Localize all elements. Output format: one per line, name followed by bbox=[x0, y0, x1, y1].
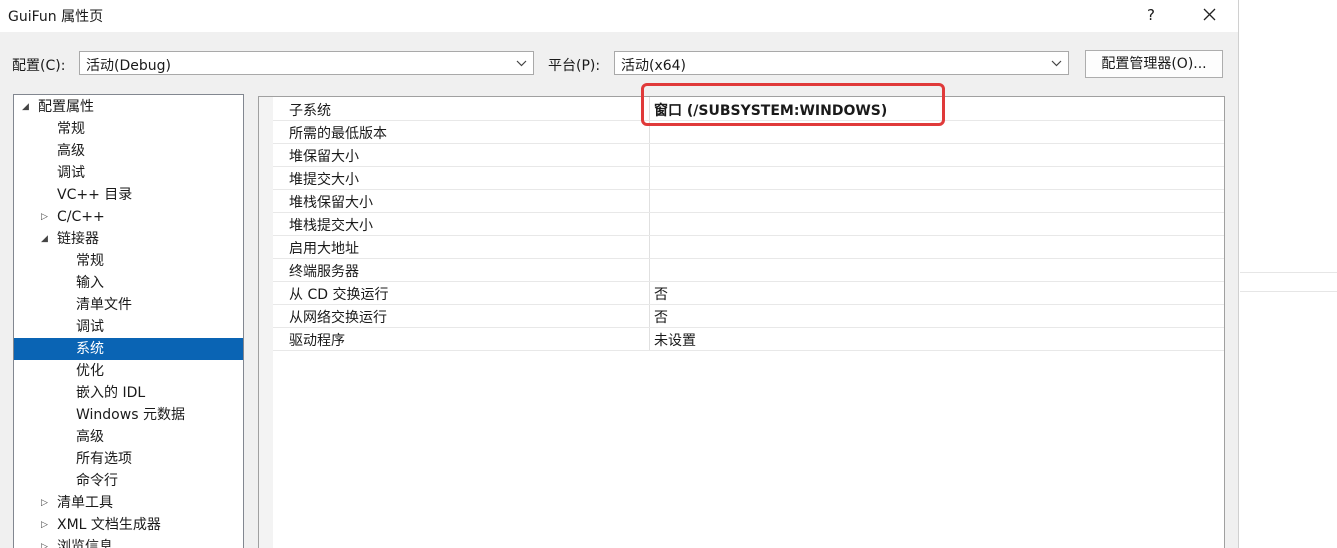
tree-item-label: 所有选项 bbox=[76, 451, 132, 467]
tree-item-label: 配置属性 bbox=[38, 99, 94, 115]
collapsed-arrow-icon[interactable]: ▷ bbox=[41, 514, 51, 536]
tree-item-label: Windows 元数据 bbox=[76, 407, 185, 423]
platform-label: 平台(P): bbox=[548, 58, 601, 74]
property-row[interactable]: 启用大地址 bbox=[273, 236, 1224, 259]
property-row[interactable]: 从 CD 交换运行 否 bbox=[273, 282, 1224, 305]
tree-item[interactable]: 嵌入的 IDL bbox=[14, 382, 243, 404]
chevron-down-icon bbox=[516, 60, 527, 67]
property-pages-dialog: GuiFun 属性页 ? 配置(C): 活动(Debug) 平台(P): 活动(… bbox=[0, 0, 1239, 548]
tree-item-label: XML 文档生成器 bbox=[57, 517, 161, 533]
config-value: 活动(Debug) bbox=[86, 58, 171, 74]
tree-item-label: C/C++ bbox=[57, 209, 105, 225]
property-name: 终端服务器 bbox=[289, 264, 359, 280]
tree-item-label: 清单工具 bbox=[57, 495, 113, 511]
property-value[interactable]: 未设置 bbox=[654, 330, 696, 350]
property-name: 堆提交大小 bbox=[289, 172, 359, 188]
platform-value: 活动(x64) bbox=[621, 58, 687, 74]
property-name: 堆保留大小 bbox=[289, 149, 359, 165]
config-label: 配置(C): bbox=[12, 58, 66, 74]
tree-item-label: VC++ 目录 bbox=[57, 187, 133, 203]
property-name: 驱动程序 bbox=[289, 333, 345, 349]
tree-item[interactable]: ▷ 清单工具 bbox=[14, 492, 243, 514]
collapsed-arrow-icon[interactable]: ▷ bbox=[41, 536, 51, 548]
tree-item-label: 调试 bbox=[57, 165, 85, 181]
tree-item[interactable]: ▷ C/C++ bbox=[14, 206, 243, 228]
property-name: 从 CD 交换运行 bbox=[289, 287, 389, 303]
property-value[interactable]: 否 bbox=[654, 307, 668, 327]
close-icon bbox=[1203, 8, 1215, 21]
tree-item[interactable]: 高级 bbox=[14, 140, 243, 162]
property-value[interactable]: 否 bbox=[654, 284, 668, 304]
property-row[interactable]: 堆栈提交大小 bbox=[273, 213, 1224, 236]
property-row[interactable]: 堆提交大小 bbox=[273, 167, 1224, 190]
tree-item-label: 常规 bbox=[57, 121, 85, 137]
tree-item[interactable]: 系统 bbox=[14, 338, 243, 360]
tree-item[interactable]: 优化 bbox=[14, 360, 243, 382]
tree-item[interactable]: 命令行 bbox=[14, 470, 243, 492]
tree-item[interactable]: ◢ 链接器 bbox=[14, 228, 243, 250]
tree-item[interactable]: 输入 bbox=[14, 272, 243, 294]
tree-item-label: 高级 bbox=[76, 429, 104, 445]
property-row[interactable]: 堆栈保留大小 bbox=[273, 190, 1224, 213]
chevron-down-icon bbox=[1051, 60, 1062, 67]
background-divider bbox=[1240, 291, 1337, 292]
property-row[interactable]: 从网络交换运行 否 bbox=[273, 305, 1224, 328]
property-tree[interactable]: ◢ 配置属性 常规 高级 调试 VC++ 目录 ▷ C/C++ ◢ 链接器 常规 输入 清单文件 调试 系统… bbox=[13, 94, 244, 548]
property-grid[interactable]: 子系统 窗口 (/SUBSYSTEM:WINDOWS) 所需的最低版本 堆保留大小 堆提… bbox=[258, 96, 1225, 548]
property-name: 堆栈保留大小 bbox=[289, 195, 373, 211]
close-button[interactable] bbox=[1196, 4, 1222, 26]
tree-item-label: 输入 bbox=[76, 275, 104, 291]
property-name: 堆栈提交大小 bbox=[289, 218, 373, 234]
tree-item[interactable]: ◢ 配置属性 bbox=[14, 96, 243, 118]
tree-item-label: 嵌入的 IDL bbox=[76, 385, 146, 401]
background-divider bbox=[1240, 272, 1337, 273]
config-manager-button[interactable]: 配置管理器(O)... bbox=[1085, 50, 1223, 78]
tree-item-label: 高级 bbox=[57, 143, 85, 159]
expanded-arrow-icon[interactable]: ◢ bbox=[22, 96, 32, 118]
window-title: GuiFun 属性页 bbox=[8, 9, 104, 25]
tree-item-label: 链接器 bbox=[57, 231, 99, 247]
tree-item[interactable]: 调试 bbox=[14, 162, 243, 184]
property-name: 子系统 bbox=[289, 103, 331, 119]
property-name: 启用大地址 bbox=[289, 241, 359, 257]
property-row[interactable]: 堆保留大小 bbox=[273, 144, 1224, 167]
tree-item[interactable]: ▷ XML 文档生成器 bbox=[14, 514, 243, 536]
help-button[interactable]: ? bbox=[1140, 4, 1162, 26]
platform-dropdown[interactable]: 活动(x64) bbox=[614, 51, 1069, 75]
tree-item[interactable]: 所有选项 bbox=[14, 448, 243, 470]
property-row[interactable]: 驱动程序 未设置 bbox=[273, 328, 1224, 351]
collapsed-arrow-icon[interactable]: ▷ bbox=[41, 206, 51, 228]
tree-item[interactable]: 常规 bbox=[14, 118, 243, 140]
tree-item-label: 命令行 bbox=[76, 473, 118, 489]
tree-item-label: 常规 bbox=[76, 253, 104, 269]
property-name: 从网络交换运行 bbox=[289, 310, 387, 326]
property-name: 所需的最低版本 bbox=[289, 126, 387, 142]
config-dropdown[interactable]: 活动(Debug) bbox=[79, 51, 534, 75]
annotation-highlight-box bbox=[641, 83, 945, 126]
property-row[interactable]: 终端服务器 bbox=[273, 259, 1224, 282]
tree-item[interactable]: ▷ 浏览信息 bbox=[14, 536, 243, 548]
tree-item[interactable]: VC++ 目录 bbox=[14, 184, 243, 206]
tree-item-label: 优化 bbox=[76, 363, 104, 379]
tree-item[interactable]: 清单文件 bbox=[14, 294, 243, 316]
title-bar: GuiFun 属性页 ? bbox=[0, 0, 1238, 32]
tree-item[interactable]: Windows 元数据 bbox=[14, 404, 243, 426]
tree-item-label: 浏览信息 bbox=[57, 539, 113, 548]
expanded-arrow-icon[interactable]: ◢ bbox=[41, 228, 51, 250]
tree-item-label: 调试 bbox=[76, 319, 104, 335]
tree-item-label: 系统 bbox=[76, 341, 104, 357]
tree-item[interactable]: 常规 bbox=[14, 250, 243, 272]
grid-margin bbox=[259, 97, 273, 548]
tree-item-label: 清单文件 bbox=[76, 297, 132, 313]
tree-item[interactable]: 高级 bbox=[14, 426, 243, 448]
collapsed-arrow-icon[interactable]: ▷ bbox=[41, 492, 51, 514]
tree-item[interactable]: 调试 bbox=[14, 316, 243, 338]
